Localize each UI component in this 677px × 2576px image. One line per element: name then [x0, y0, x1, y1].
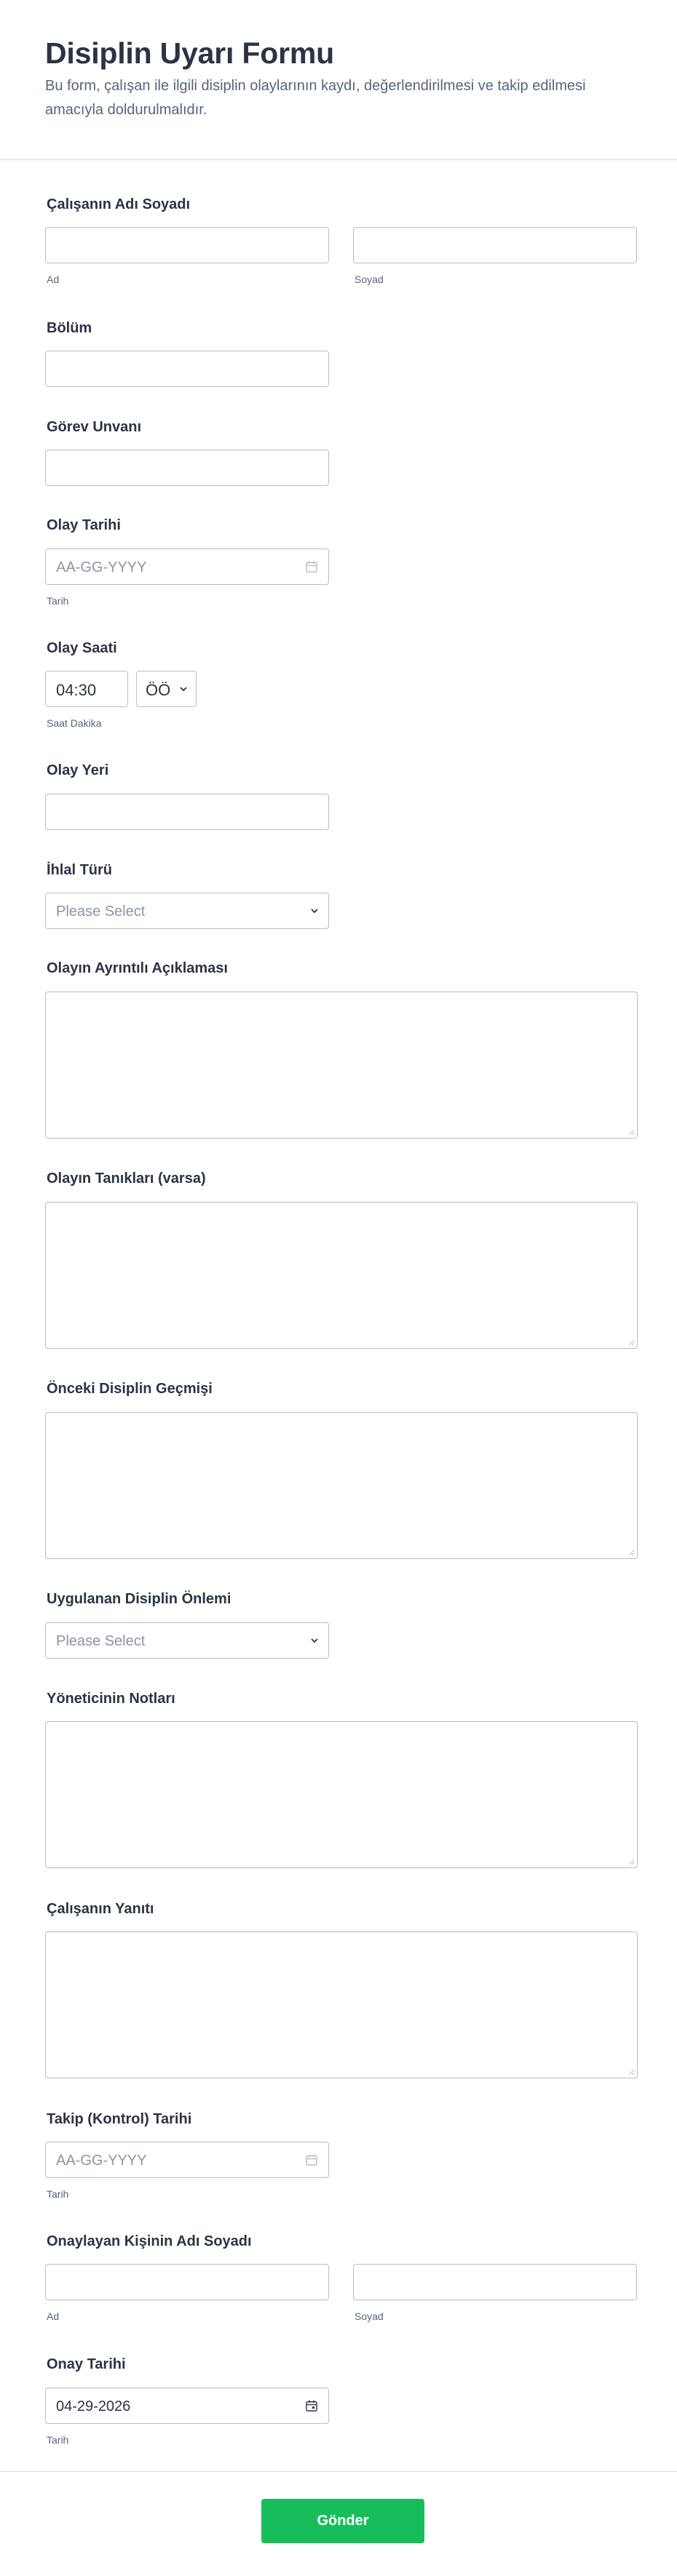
employee-name-label: Çalışanın Adı Soyadı	[47, 196, 191, 212]
witnesses-label: Olayın Tanıkları (varsa)	[47, 1171, 206, 1187]
job-title-label: Görev Unvanı	[47, 419, 142, 435]
resize-handle-icon[interactable]	[627, 1339, 635, 1346]
incident-description-textarea[interactable]	[45, 992, 638, 1139]
approver-first-name-sublabel: Ad	[47, 2310, 60, 2322]
incident-date-input[interactable]: AA-GG-YYYY	[45, 549, 329, 585]
approver-name-label: Onaylayan Kişinin Adı Soyadı	[47, 2233, 252, 2249]
department-label: Bölüm	[47, 320, 92, 336]
department-input[interactable]	[45, 351, 329, 387]
approver-last-name-input[interactable]	[353, 2264, 637, 2300]
incident-time-input[interactable]: 04:30	[45, 671, 128, 707]
resize-handle-icon[interactable]	[627, 1128, 635, 1136]
violation-type-select[interactable]: Please Select	[45, 893, 329, 929]
approval-date-sublabel: Tarih	[47, 2434, 69, 2446]
incident-ampm-value: ÖÖ	[146, 681, 171, 699]
followup-date-sublabel: Tarih	[47, 2188, 69, 2200]
employee-last-name-sublabel: Soyad	[355, 274, 384, 285]
calendar-icon[interactable]	[305, 2399, 318, 2412]
form-description: Bu form, çalışan ile ilgili disiplin ola…	[45, 78, 586, 118]
resize-handle-icon[interactable]	[627, 2068, 635, 2075]
incident-time-value: 04:30	[56, 681, 97, 699]
incident-place-input[interactable]	[45, 794, 329, 830]
previous-history-label: Önceki Disiplin Geçmişi	[47, 1381, 213, 1397]
disciplinary-action-placeholder: Please Select	[56, 1633, 146, 1649]
job-title-input[interactable]	[45, 450, 329, 486]
approver-last-name-sublabel: Soyad	[355, 2310, 384, 2322]
approver-first-name-input[interactable]	[45, 2264, 329, 2300]
incident-place-label: Olay Yeri	[47, 762, 109, 778]
manager-notes-textarea[interactable]	[45, 1721, 638, 1868]
incident-time-label: Olay Saati	[47, 640, 117, 656]
incident-date-label: Olay Tarihi	[47, 517, 121, 533]
incident-date-placeholder: AA-GG-YYYY	[56, 559, 147, 575]
violation-type-label: İhlal Türü	[47, 862, 112, 878]
form-title: Disiplin Uyarı Formu	[45, 36, 334, 70]
chevron-down-icon	[311, 1638, 318, 1643]
followup-date-placeholder: AA-GG-YYYY	[56, 2153, 147, 2169]
employee-last-name-input[interactable]	[353, 227, 637, 263]
witnesses-textarea[interactable]	[45, 1202, 638, 1349]
chevron-down-icon	[311, 909, 318, 914]
employee-first-name-input[interactable]	[45, 227, 329, 263]
approval-date-input[interactable]: 04-29-2026	[45, 2388, 329, 2424]
approval-date-label: Onay Tarihi	[47, 2356, 126, 2372]
incident-ampm-select[interactable]: ÖÖ	[136, 671, 197, 707]
disciplinary-action-label: Uygulanan Disiplin Önlemi	[47, 1591, 231, 1607]
calendar-icon[interactable]	[305, 2153, 318, 2166]
incident-time-sublabel: Saat Dakika	[47, 717, 102, 729]
calendar-icon[interactable]	[305, 560, 318, 573]
incident-date-sublabel: Tarih	[47, 595, 69, 607]
followup-date-label: Takip (Kontrol) Tarihi	[47, 2111, 192, 2127]
employee-response-label: Çalışanın Yanıtı	[47, 1901, 154, 1917]
followup-date-input[interactable]: AA-GG-YYYY	[45, 2142, 329, 2178]
resize-handle-icon[interactable]	[627, 1858, 635, 1865]
employee-response-textarea[interactable]	[45, 1931, 638, 2078]
employee-first-name-sublabel: Ad	[47, 274, 60, 285]
submit-button[interactable]: Gönder	[261, 2499, 424, 2543]
incident-description-label: Olayın Ayrıntılı Açıklaması	[47, 960, 228, 976]
disciplinary-action-select[interactable]: Please Select	[45, 1622, 329, 1659]
chevron-down-icon	[180, 687, 187, 692]
resize-handle-icon[interactable]	[627, 1549, 635, 1556]
previous-history-textarea[interactable]	[45, 1412, 638, 1559]
approval-date-value: 04-29-2026	[56, 2398, 131, 2414]
form-header: Disiplin Uyarı Formu Bu form, çalışan il…	[0, 0, 677, 160]
violation-type-placeholder: Please Select	[56, 904, 146, 920]
manager-notes-label: Yöneticinin Notları	[47, 1691, 175, 1707]
